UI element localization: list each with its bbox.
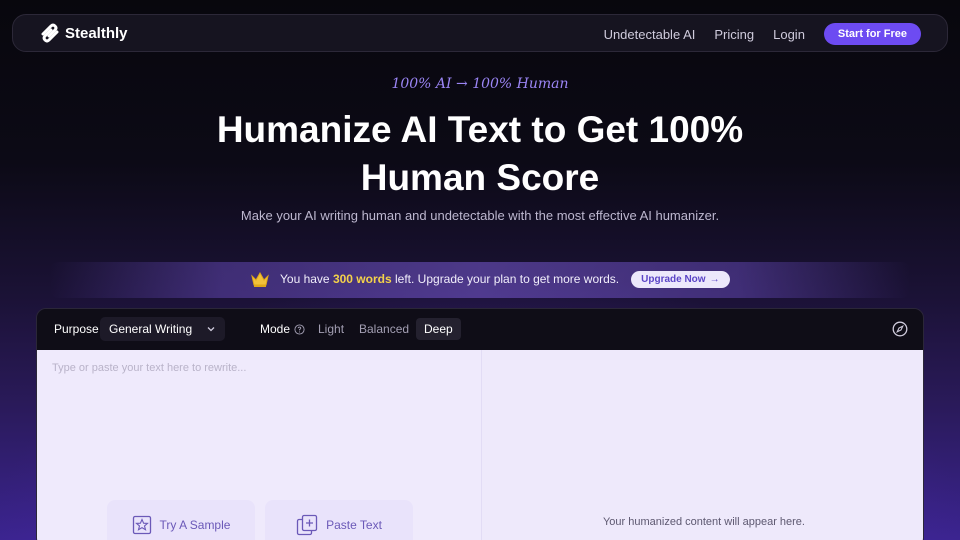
hero-subtitle: Make your AI writing human and undetecta…	[240, 208, 720, 223]
brand-logo[interactable]: Stealthly	[39, 23, 128, 43]
upgrade-banner: You have 300 words left. Upgrade your pl…	[50, 262, 910, 298]
nav-link-undetectable-ai[interactable]: Undetectable AI	[604, 27, 696, 42]
star-icon	[132, 515, 151, 535]
try-sample-label: Try A Sample	[159, 518, 231, 532]
start-for-free-button[interactable]: Start for Free	[823, 23, 921, 45]
crown-icon	[251, 271, 269, 287]
paste-text-button[interactable]: Paste Text	[265, 500, 413, 540]
purpose-select[interactable]: General Writing	[100, 317, 225, 341]
paste-text-label: Paste Text	[326, 518, 382, 532]
brand-name: Stealthly	[65, 24, 128, 42]
compass-icon[interactable]	[892, 321, 908, 337]
mode-option-balanced[interactable]: Balanced	[359, 322, 409, 336]
chevron-down-icon	[207, 327, 215, 332]
nav-link-pricing[interactable]: Pricing	[714, 27, 754, 42]
editor-toolbar: Purpose General Writing Mode Light Balan…	[37, 309, 923, 350]
humanizer-editor: Purpose General Writing Mode Light Balan…	[36, 308, 924, 540]
arrow-right-icon: →	[709, 273, 720, 285]
nav-links: Undetectable AI Pricing Login Start for …	[604, 23, 921, 45]
word-balance-suffix: left. Upgrade your plan to get more word…	[395, 272, 620, 286]
hero-title: Humanize AI Text to Get 100% Human Score	[0, 106, 960, 202]
mode-label: Mode	[260, 322, 305, 336]
purpose-label: Purpose	[54, 322, 99, 336]
hero-title-line-1: Humanize AI Text to Get 100%	[216, 109, 744, 150]
word-balance-text: You have 300 words left. Upgrade your pl…	[280, 272, 619, 286]
try-sample-button[interactable]: Try A Sample	[107, 500, 255, 540]
upgrade-now-button[interactable]: Upgrade Now →	[631, 270, 730, 288]
mode-label-text: Mode	[260, 322, 291, 336]
word-balance-prefix: You have	[280, 272, 330, 286]
input-pane[interactable]: Type or paste your text here to rewrite.…	[37, 350, 481, 540]
mode-option-light[interactable]: Light	[318, 322, 344, 336]
output-pane: Your humanized content will appear here.	[481, 350, 923, 540]
hero-title-line-2: Human Score	[360, 157, 600, 198]
logo-icon	[41, 23, 59, 43]
output-placeholder: Your humanized content will appear here.	[602, 516, 805, 528]
paste-icon	[296, 514, 318, 536]
nav-link-login[interactable]: Login	[773, 27, 805, 42]
word-count: 300 words	[332, 272, 392, 286]
top-nav: Stealthly Undetectable AI Pricing Login …	[12, 14, 948, 52]
upgrade-now-label: Upgrade Now	[641, 273, 706, 285]
purpose-select-value: General Writing	[109, 322, 193, 336]
mode-option-deep[interactable]: Deep	[416, 318, 461, 340]
hero-tagline: 100% AI → 100% Human	[391, 76, 569, 92]
help-circle-icon[interactable]	[294, 323, 305, 335]
input-placeholder: Type or paste your text here to rewrite.…	[52, 362, 247, 374]
